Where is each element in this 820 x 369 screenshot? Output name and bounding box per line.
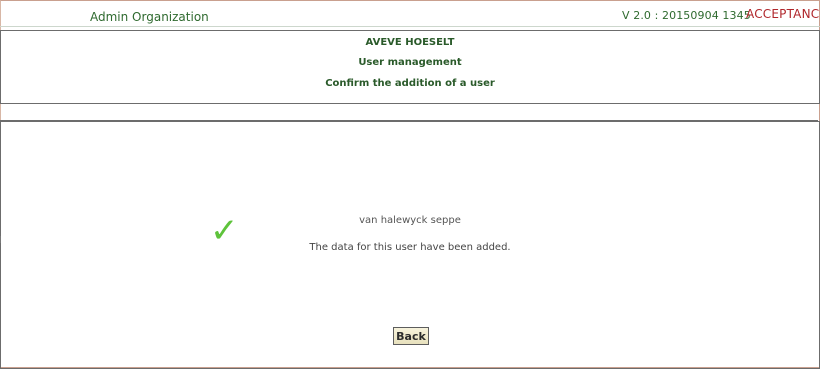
environment-label: ACCEPTANCE <box>746 7 820 21</box>
user-name: van halewyck seppe <box>359 215 461 226</box>
page-header: AVEVE HOESELT User management Confirm th… <box>0 30 820 104</box>
organization-name: AVEVE HOESELT <box>365 37 455 48</box>
page-title: Confirm the addition of a user <box>325 78 495 89</box>
edge-marker <box>0 236 1 243</box>
version-label: V 2.0 : 20150904 1345 <box>622 9 751 22</box>
app-title: Admin Organization <box>90 10 209 24</box>
top-bar: Admin Organization V 2.0 : 20150904 1345… <box>0 0 820 27</box>
section-title: User management <box>358 57 462 68</box>
confirmation-message: The data for this user have been added. <box>309 242 511 253</box>
spacer-bar <box>0 104 818 121</box>
back-button[interactable]: Back <box>393 327 429 345</box>
confirmation-panel: ✓ van halewyck seppe The data for this u… <box>0 121 820 369</box>
